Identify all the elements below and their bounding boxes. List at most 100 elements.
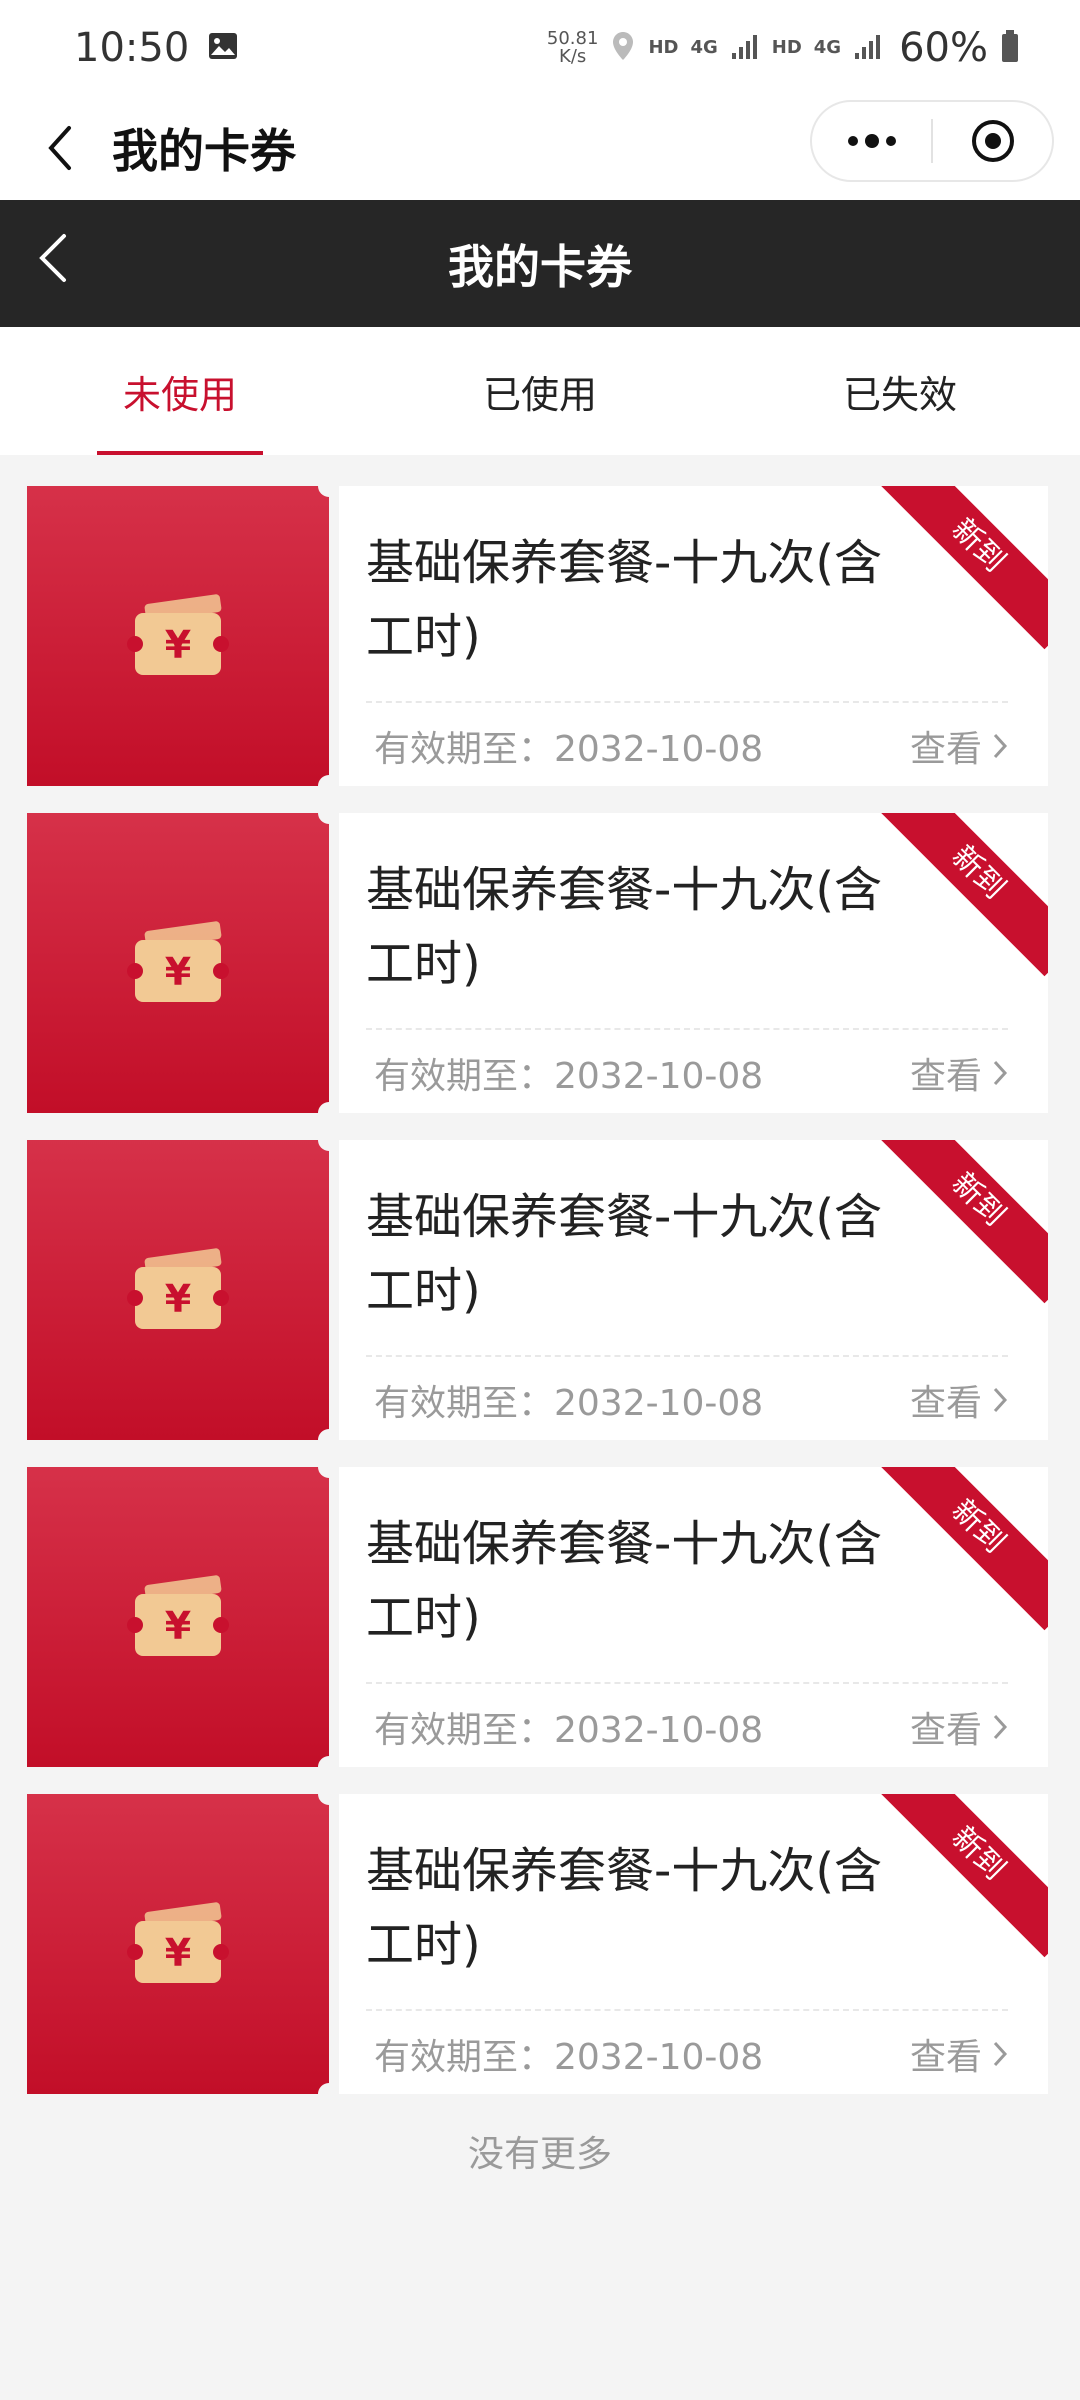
coupon-ticket-icon: ¥ — [127, 583, 229, 689]
coupon-ticket-icon: ¥ — [127, 1237, 229, 1343]
battery-icon — [1000, 29, 1020, 67]
coupon-title: 基础保养套餐-十九次(含工时) — [366, 1516, 883, 1646]
coupon-ticket-icon: ¥ — [127, 910, 229, 1016]
coupon-expiry: 有效期至：2032-10-08 — [374, 1056, 764, 1097]
coupon-left-panel: ¥ — [27, 1456, 340, 1778]
coupon-divider — [366, 2009, 1008, 2011]
coupon-title: 基础保养套餐-十九次(含工时) — [366, 1189, 883, 1319]
tab-label: 已失效 — [842, 372, 957, 417]
close-mini-program-button[interactable] — [933, 102, 1052, 180]
network-label-1: 4G — [690, 37, 718, 58]
coupon-title: 基础保养套餐-十九次(含工时) — [366, 535, 883, 665]
status-left: 10:50 — [74, 25, 239, 71]
coupon-card[interactable]: ¥ 基础保养套餐-十九次(含工时) 有效期至：2032-10-08 查看 新到 — [27, 1456, 1048, 1778]
coupon-ticket-icon: ¥ — [127, 1564, 229, 1670]
coupon-divider — [366, 701, 1008, 703]
status-bar: 10:50 50.81 K/s HD 4G HD 4G 60% — [0, 0, 1080, 95]
coupon-icon-symbol: ¥ — [165, 1604, 191, 1648]
coupon-info: 基础保养套餐-十九次(含工时) 有效期至：2032-10-08 查看 新到 — [339, 813, 1048, 1113]
view-label: 查看 — [909, 1710, 982, 1751]
coupon-card[interactable]: ¥ 基础保养套餐-十九次(含工时) 有效期至：2032-10-08 查看 新到 — [27, 1129, 1048, 1451]
coupon-footer: 有效期至：2032-10-08 查看 — [374, 1697, 1008, 1757]
net-speed-unit: K/s — [559, 45, 587, 67]
coupon-expiry: 有效期至：2032-10-08 — [374, 2037, 764, 2078]
view-label: 查看 — [909, 1383, 982, 1424]
battery-percent: 60% — [899, 24, 988, 71]
hd-label-2: HD — [771, 37, 802, 58]
coupon-divider — [366, 1682, 1008, 1684]
notch — [318, 1129, 340, 1151]
mini-program-title: 我的卡券 — [112, 123, 296, 178]
coupon-title: 基础保养套餐-十九次(含工时) — [366, 862, 883, 992]
coupon-divider — [366, 1028, 1008, 1030]
network-label-2: 4G — [813, 37, 842, 58]
coupon-left-panel: ¥ — [27, 1783, 340, 2105]
coupon-info: 基础保养套餐-十九次(含工时) 有效期至：2032-10-08 查看 新到 — [339, 1140, 1048, 1440]
header-back-arrow-icon — [39, 234, 66, 282]
coupon-tabs: 未使用 已使用 已失效 — [0, 327, 1080, 455]
hd-label-1: HD — [648, 37, 679, 58]
status-time: 10:50 — [74, 24, 190, 71]
tab-label: 未使用 — [122, 372, 237, 417]
view-coupon-link[interactable]: 查看 — [910, 1701, 1008, 1753]
coupon-divider — [366, 1355, 1008, 1357]
net-speed: 50.81 K/s — [546, 27, 599, 67]
view-coupon-link[interactable]: 查看 — [910, 1047, 1008, 1099]
coupon-card[interactable]: ¥ 基础保养套餐-十九次(含工时) 有效期至：2032-10-08 查看 新到 — [27, 1783, 1048, 2105]
coupon-info: 基础保养套餐-十九次(含工时) 有效期至：2032-10-08 查看 新到 — [339, 486, 1048, 786]
chevron-right-icon — [993, 2041, 1008, 2067]
more-options-button[interactable] — [812, 102, 931, 180]
notch — [318, 1429, 340, 1451]
view-coupon-link[interactable]: 查看 — [910, 2028, 1008, 2080]
notch — [318, 1102, 340, 1124]
chevron-right-icon — [993, 1714, 1008, 1740]
page-title: 我的卡券 — [448, 239, 632, 294]
view-label: 查看 — [909, 1056, 982, 1097]
back-button[interactable] — [30, 118, 90, 178]
tab-unused[interactable]: 未使用 — [0, 327, 360, 455]
location-icon — [610, 30, 636, 66]
page-header: 我的卡券 — [0, 200, 1080, 327]
coupon-footer: 有效期至：2032-10-08 查看 — [374, 716, 1008, 776]
coupon-icon-symbol: ¥ — [165, 1277, 191, 1321]
coupon-card[interactable]: ¥ 基础保养套餐-十九次(含工时) 有效期至：2032-10-08 查看 新到 — [27, 802, 1048, 1124]
notch — [318, 475, 340, 497]
notch — [318, 1456, 340, 1478]
no-more-text: 没有更多 — [467, 2134, 612, 2175]
view-coupon-link[interactable]: 查看 — [910, 1374, 1008, 1426]
tab-expired[interactable]: 已失效 — [720, 327, 1080, 455]
notch — [318, 802, 340, 824]
coupon-list: ¥ 基础保养套餐-十九次(含工时) 有效期至：2032-10-08 查看 新到 … — [27, 475, 1048, 2121]
header-back-button[interactable] — [34, 230, 84, 290]
coupon-title: 基础保养套餐-十九次(含工时) — [366, 1843, 883, 1973]
more-dots-icon — [847, 134, 896, 148]
coupon-icon-symbol: ¥ — [165, 950, 191, 994]
back-arrow-icon — [48, 125, 71, 170]
notch — [318, 1783, 340, 1805]
view-coupon-link[interactable]: 查看 — [910, 720, 1008, 772]
target-close-icon — [971, 120, 1014, 162]
coupon-left-panel: ¥ — [27, 802, 340, 1124]
coupon-icon-symbol: ¥ — [165, 623, 191, 667]
chevron-right-icon — [993, 733, 1008, 759]
coupon-left-panel: ¥ — [27, 1129, 340, 1451]
coupon-expiry: 有效期至：2032-10-08 — [374, 1383, 764, 1424]
capsule-menu — [810, 100, 1054, 182]
view-label: 查看 — [909, 2037, 982, 2078]
coupon-footer: 有效期至：2032-10-08 查看 — [374, 1043, 1008, 1103]
coupon-footer: 有效期至：2032-10-08 查看 — [374, 2024, 1008, 2084]
coupon-ticket-icon: ¥ — [127, 1891, 229, 1997]
tab-label: 已使用 — [482, 372, 597, 417]
coupon-icon-symbol: ¥ — [165, 1931, 191, 1975]
notch — [318, 1756, 340, 1778]
coupon-info: 基础保养套餐-十九次(含工时) 有效期至：2032-10-08 查看 新到 — [339, 1467, 1048, 1767]
chevron-right-icon — [993, 1387, 1008, 1413]
net-speed-value: 50.81 — [546, 27, 599, 49]
coupon-left-panel: ¥ — [27, 475, 340, 797]
coupon-card[interactable]: ¥ 基础保养套餐-十九次(含工时) 有效期至：2032-10-08 查看 新到 — [27, 475, 1048, 797]
status-right: 50.81 K/s HD 4G HD 4G 60% — [547, 25, 1020, 71]
gallery-icon — [207, 31, 239, 65]
chevron-right-icon — [993, 1060, 1008, 1086]
tab-used[interactable]: 已使用 — [360, 327, 720, 455]
notch — [318, 775, 340, 797]
